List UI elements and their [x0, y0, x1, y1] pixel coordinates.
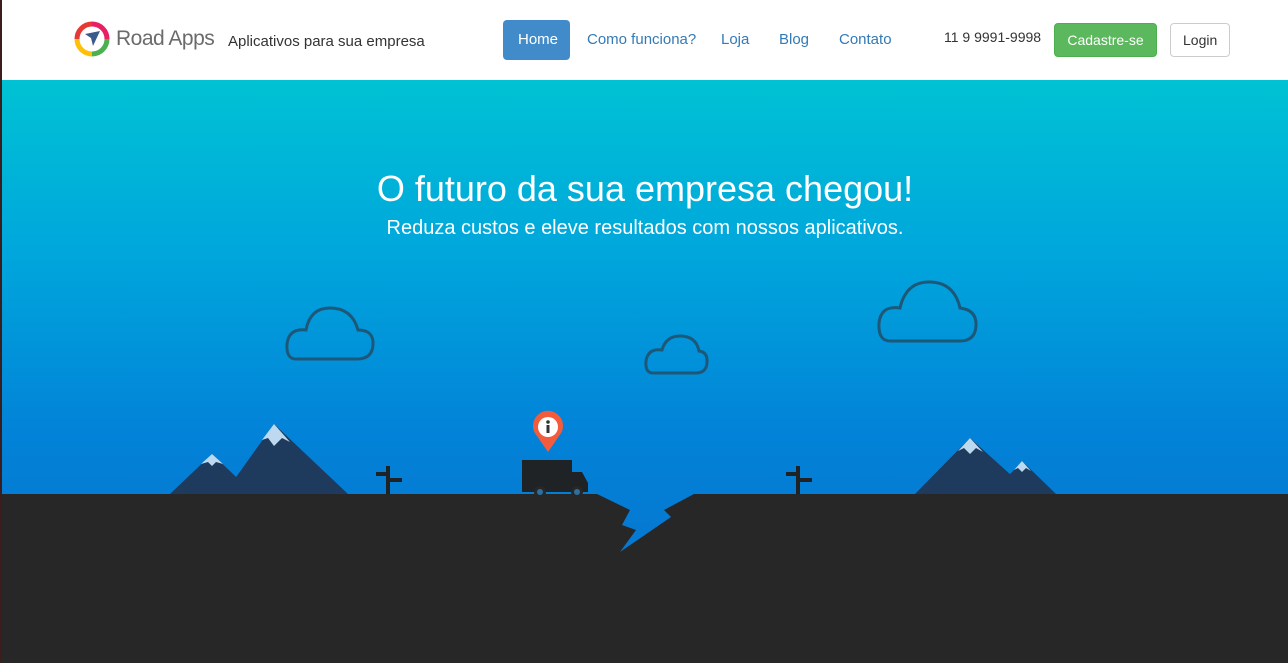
cloud-icon: [644, 334, 709, 375]
mountain-right: [915, 438, 1056, 494]
signpost-icon: [786, 466, 812, 496]
brand-tagline: Aplicativos para sua empresa: [228, 33, 425, 50]
hero-illustration: [2, 280, 1288, 663]
truck-icon: [522, 460, 588, 498]
phone-number: 11 9 9991-9998: [944, 29, 1042, 45]
brand-name[interactable]: Road Apps: [116, 27, 215, 51]
signpost-icon: [376, 466, 402, 496]
nav-contato[interactable]: Contato: [824, 20, 907, 60]
info-pin-icon: [533, 410, 563, 452]
nav-como-funciona[interactable]: Como funciona?: [572, 20, 711, 60]
cloud-icon: [285, 306, 375, 361]
hero-section: O futuro da sua empresa chegou! Reduza c…: [2, 80, 1288, 663]
nav-home[interactable]: Home: [503, 20, 570, 60]
nav-blog[interactable]: Blog: [764, 20, 824, 60]
cloud-icon: [877, 280, 978, 343]
ground: [2, 494, 1288, 663]
navbar: Road Apps Aplicativos para sua empresa H…: [2, 0, 1288, 80]
nav-loja[interactable]: Loja: [706, 20, 764, 60]
signup-button[interactable]: Cadastre-se: [1054, 23, 1157, 57]
road-apps-logo-icon[interactable]: [74, 21, 110, 57]
login-button[interactable]: Login: [1170, 23, 1230, 57]
mountain-left: [170, 424, 348, 494]
